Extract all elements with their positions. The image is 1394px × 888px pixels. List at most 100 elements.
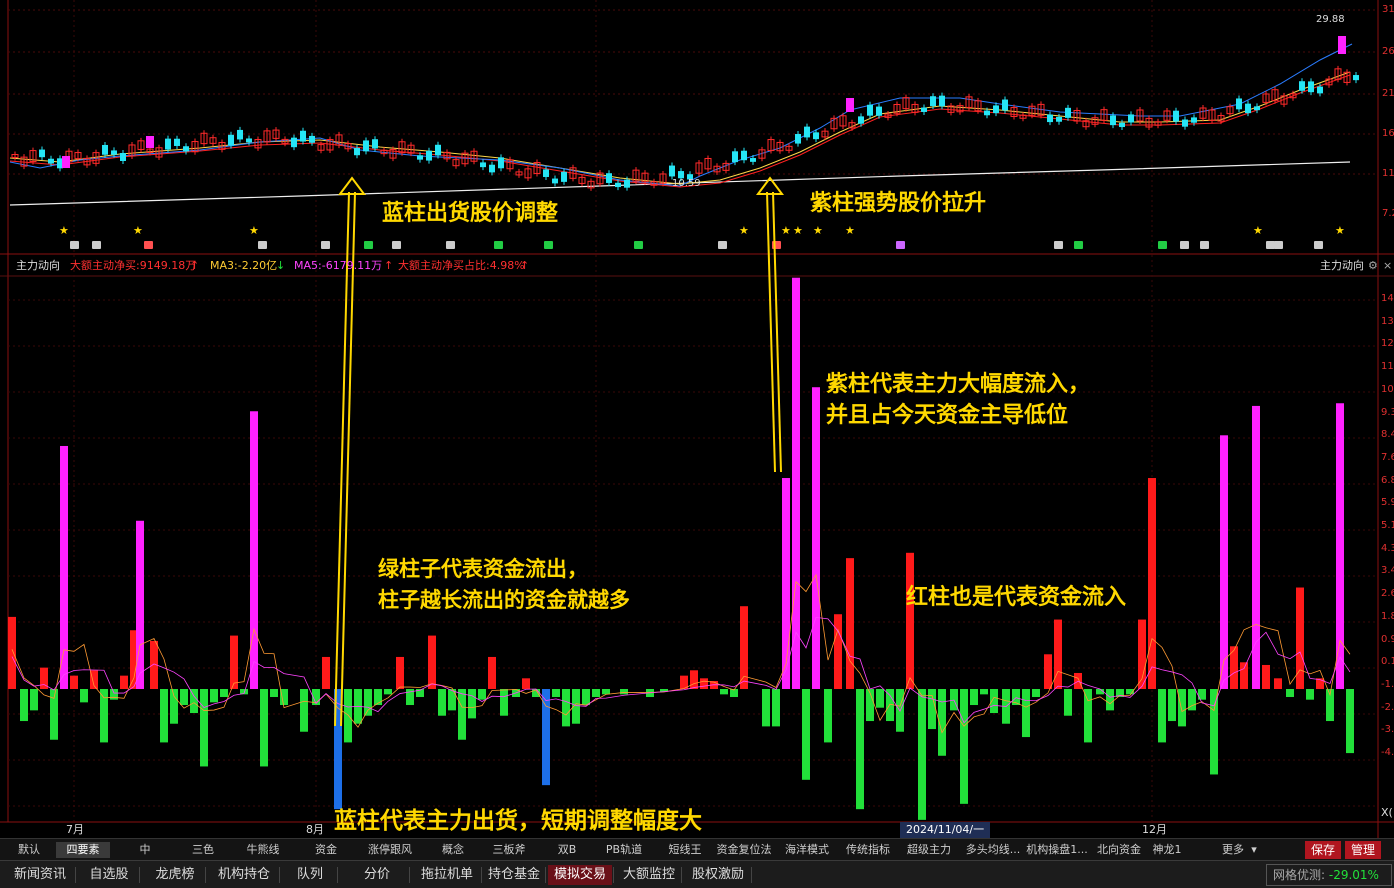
up-arrow-icon: ↑ [190, 259, 200, 272]
nav-item-1[interactable]: 新闻资讯 [6, 865, 74, 885]
green-bar [1084, 689, 1092, 743]
tab-4[interactable]: 三色 [186, 842, 220, 858]
candle-down [291, 137, 297, 148]
candle-down [1119, 122, 1125, 128]
nav-item-5[interactable]: 队列 [284, 865, 336, 885]
tab-17[interactable]: 多头均线... [964, 842, 1022, 858]
magenta-bar [1336, 403, 1344, 689]
tab-7[interactable]: 涨停跟风 [362, 842, 418, 858]
green-bar [802, 689, 810, 780]
ma3-readout: MA3:-2.20亿 [210, 259, 278, 272]
magenta-bar [792, 277, 800, 689]
indicator-tick: 5.1 [1381, 520, 1394, 531]
nav-item-7[interactable]: 拖拉机单 [414, 865, 480, 885]
indicator-tick: 11 [1381, 361, 1394, 373]
price-panel: ★ ★ ★ ★ ★ ★ ★ ★ ★ ★ [9, 36, 1359, 249]
green-bar [1286, 689, 1294, 698]
green-bar [1022, 689, 1030, 738]
green-bar [876, 689, 884, 708]
nav-item-11[interactable]: 股权激励 [686, 865, 750, 885]
candle-down [1317, 86, 1323, 94]
price-tick: 11 [1382, 168, 1394, 179]
event-badge [634, 241, 643, 249]
red-bar [846, 558, 854, 689]
nav-separator [205, 867, 206, 883]
indicator-right-name[interactable]: 主力动向 [1320, 258, 1364, 274]
tab-1[interactable]: 默认 [12, 842, 46, 858]
tab-21[interactable]: 更多 [1214, 842, 1252, 858]
tab-15[interactable]: 传统指标 [842, 842, 894, 858]
magenta-bar [782, 478, 790, 689]
candle-down [435, 144, 441, 156]
event-badge [70, 241, 79, 249]
candle-down [804, 126, 810, 138]
nav-item-4[interactable]: 机构持仓 [210, 865, 278, 885]
green-bar [772, 689, 780, 727]
indicator-tick: -4. [1381, 747, 1394, 758]
candle-down [1173, 110, 1179, 122]
indicator-name[interactable]: 主力动向 [16, 258, 60, 274]
tab-10[interactable]: 双B [550, 842, 584, 858]
red-bar [70, 675, 78, 689]
tab-16[interactable]: 超级主力 [906, 842, 952, 858]
tab-13[interactable]: 资金复位法 [716, 842, 772, 858]
nav-item-10[interactable]: 大额监控 [618, 865, 680, 885]
nav-item-3[interactable]: 龙虎榜 [146, 865, 204, 885]
gear-icon[interactable]: ⚙ [1368, 258, 1378, 274]
star-icon: ★ [1335, 224, 1345, 237]
up-arrow-icon: ↑ [384, 259, 394, 272]
indicator-tick: 7.6 [1381, 451, 1394, 463]
candle-down [489, 164, 495, 173]
candle-down [984, 110, 990, 116]
magenta-bar [1252, 405, 1260, 689]
tab-14[interactable]: 海洋模式 [784, 842, 830, 858]
candle-strong [146, 136, 154, 148]
star-icon: ★ [133, 224, 143, 237]
red-bar [1274, 678, 1282, 689]
red-bar [1148, 478, 1156, 689]
indicator-tick: 0.1 [1381, 656, 1394, 668]
candle-down [1353, 75, 1359, 81]
nav-item-9[interactable]: 模拟交易 [548, 865, 612, 885]
indicator-tick: 6.8 [1381, 474, 1394, 486]
tab-20[interactable]: 神龙1 [1148, 842, 1186, 858]
tab-18[interactable]: 机构操盘1... [1026, 842, 1088, 858]
candle-down [354, 147, 360, 156]
tab-8[interactable]: 概念 [434, 842, 472, 858]
manage-button[interactable]: 管理 [1345, 841, 1381, 859]
candle-down [930, 96, 936, 107]
nav-item-2[interactable]: 自选股 [80, 865, 138, 885]
candle-down [165, 138, 171, 150]
price-tick: 7.2 [1382, 208, 1394, 219]
event-badge [1200, 241, 1209, 249]
event-badge [1266, 241, 1275, 249]
price-tick: 31 [1382, 4, 1394, 15]
nav-item-8[interactable]: 持仓基金 [484, 865, 544, 885]
close-icon[interactable]: × [1383, 258, 1392, 274]
tab-19[interactable]: 北向资金 [1094, 842, 1144, 858]
event-badge [1158, 241, 1167, 249]
green-bar [180, 689, 188, 706]
red-bar [1044, 654, 1052, 689]
star-icon: ★ [1253, 224, 1263, 237]
chevron-down-icon[interactable]: ▾ [1248, 842, 1260, 858]
tab-9[interactable]: 三板斧 [484, 842, 534, 858]
green-bar [620, 689, 628, 695]
price-tick: 26 [1382, 46, 1394, 57]
tab-3[interactable]: 中 [128, 842, 162, 858]
tab-5[interactable]: 牛熊线 [238, 842, 288, 858]
annotation-purple-inflow: 紫柱代表主力大幅度流入， 并且占今天资金主导低位 [826, 372, 1091, 428]
tab-12[interactable]: 短线王 [664, 842, 706, 858]
candle-down [111, 150, 117, 155]
event-badge [494, 241, 503, 249]
red-bar [906, 552, 914, 689]
nav-item-6[interactable]: 分价 [346, 865, 408, 885]
tab-2[interactable]: 四要素 [56, 842, 110, 858]
stock-chart[interactable]: ★ ★ ★ ★ ★ ★ ★ ★ ★ ★ [0, 0, 1394, 887]
tab-11[interactable]: PB轨道 [598, 842, 650, 858]
green-bar [918, 689, 926, 820]
save-button[interactable]: 保存 [1305, 841, 1341, 859]
tab-6[interactable]: 资金 [306, 842, 346, 858]
green-bar [80, 689, 88, 703]
star-icon: ★ [813, 224, 823, 237]
